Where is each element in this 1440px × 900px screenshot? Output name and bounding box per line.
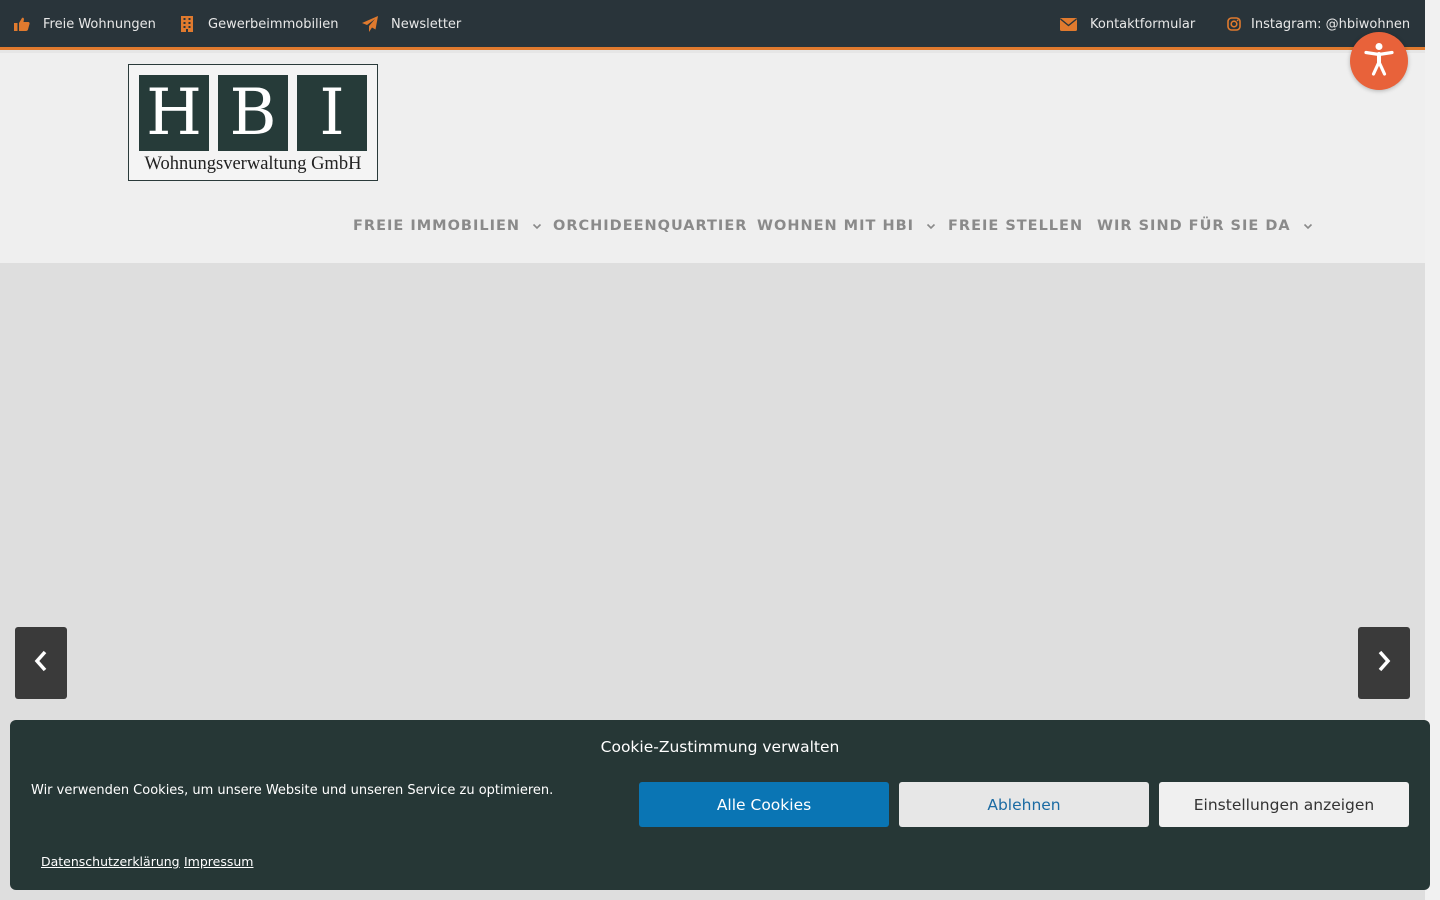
chevron-down-icon [926,223,936,230]
logo-letter-h: H [139,75,209,151]
top-link-label: Newsletter [391,16,462,32]
imprint-link[interactable]: Impressum [184,854,253,869]
chevron-down-icon [1303,223,1313,230]
nav-item-label: FREIE IMMOBILIEN [353,218,521,234]
nav-item-label: WIR SIND FÜR SIE DA [1097,218,1291,234]
deny-cookies-button[interactable]: Ablehnen [899,782,1149,827]
nav-item-orchideenquartier[interactable]: ORCHIDEENQUARTIER [553,206,747,246]
accessibility-button[interactable] [1350,32,1408,90]
building-icon [179,16,195,32]
top-link-newsletter[interactable]: Newsletter [362,0,461,48]
accept-all-cookies-button[interactable]: Alle Cookies [639,782,889,827]
logo-letter-i: I [297,75,367,151]
view-preferences-button[interactable]: Einstellungen anzeigen [1159,782,1409,827]
logo-letter-b: B [218,75,288,151]
top-link-kontaktformular[interactable]: Kontaktformular [1060,0,1195,48]
top-link-gewerbeimmobilien[interactable]: Gewerbeimmobilien [179,0,339,48]
chevron-left-icon [34,650,48,676]
nav-item-label: WOHNEN MIT HBI [757,218,915,234]
nav-item-wir-sind-fuer-sie-da[interactable]: WIR SIND FÜR SIE DA [1097,206,1313,246]
nav-item-label: ORCHIDEENQUARTIER [553,218,748,234]
top-link-label: Kontaktformular [1090,16,1196,32]
nav-item-freie-immobilien[interactable]: FREIE IMMOBILIEN [353,206,542,246]
paper-plane-icon [362,16,378,32]
slider-prev-button[interactable] [15,627,67,699]
envelope-icon [1060,17,1077,31]
top-link-label: Freie Wohnungen [43,16,156,32]
chevron-right-icon [1377,650,1391,676]
thumbs-up-icon [14,17,30,31]
cookie-message: Wir verwenden Cookies, um unsere Website… [31,783,554,798]
top-link-freie-wohnungen[interactable]: Freie Wohnungen [14,0,156,48]
logo-subtitle: Wohnungsverwaltung GmbH [144,154,362,174]
cookie-title: Cookie-Zustimmung verwalten [600,738,840,756]
chevron-down-icon [532,223,542,230]
main-nav: FREIE IMMOBILIEN ORCHIDEENQUARTIER WOHNE… [0,206,1425,246]
nav-item-wohnen-mit-hbi[interactable]: WOHNEN MIT HBI [757,206,936,246]
nav-item-freie-stellen[interactable]: FREIE STELLEN [948,206,1083,246]
top-link-label: Gewerbeimmobilien [208,16,339,32]
accessibility-icon [1364,42,1394,80]
site-logo[interactable]: H B I Wohnungsverwaltung GmbH [128,64,378,181]
site-header: H B I Wohnungsverwaltung GmbH FREIE IMMO… [0,53,1425,263]
top-link-label: Instagram: @hbiwohnen [1251,16,1411,32]
slider-next-button[interactable] [1358,627,1410,699]
top-bar: Freie Wohnungen Gewerbeimmobilien Newsle… [0,0,1425,50]
privacy-policy-link[interactable]: Datenschutzerklärung [41,854,180,869]
instagram-icon [1227,17,1241,31]
nav-item-label: FREIE STELLEN [948,218,1084,234]
cookie-banner: Cookie-Zustimmung verwalten Wir verwende… [10,720,1430,890]
